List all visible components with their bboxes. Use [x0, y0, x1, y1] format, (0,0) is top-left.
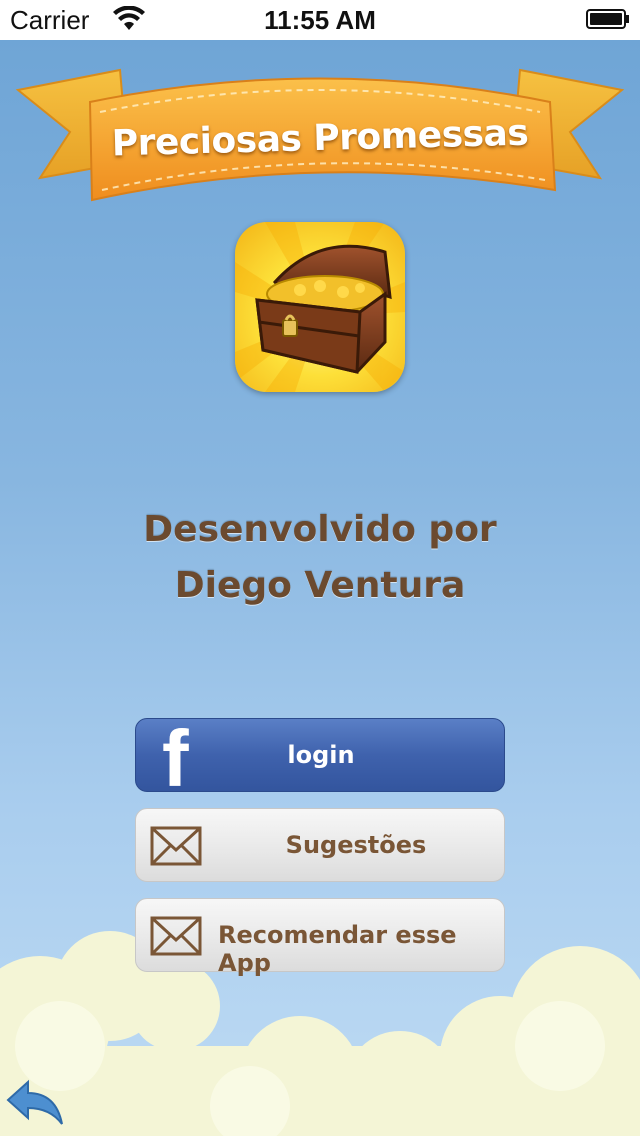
- suggestions-button[interactable]: Sugestões: [135, 808, 505, 882]
- app-screen: Preciosas Promessas Desenvolvido por Die…: [0, 40, 640, 1136]
- battery-icon: [586, 9, 629, 29]
- facebook-login-button[interactable]: f login: [135, 718, 505, 799]
- credits: Desenvolvido por Diego Ventura: [0, 502, 640, 614]
- clock: 11:55 AM: [264, 5, 376, 35]
- credits-line-2: Diego Ventura: [174, 565, 466, 606]
- envelope-icon: [150, 826, 202, 866]
- back-arrow-icon[interactable]: [4, 1076, 68, 1128]
- treasure-chest-icon: [235, 222, 405, 392]
- suggestions-label: Sugestões: [285, 831, 427, 859]
- envelope-icon: [150, 916, 202, 956]
- status-bar: Carrier 11:55 AM: [0, 0, 640, 40]
- credits-line-1: Desenvolvido por: [143, 509, 497, 550]
- recommend-app-label: Recomendar esse App: [218, 921, 457, 977]
- facebook-login-label: login: [287, 741, 355, 769]
- recommend-app-button[interactable]: Recomendar esse App: [135, 898, 505, 977]
